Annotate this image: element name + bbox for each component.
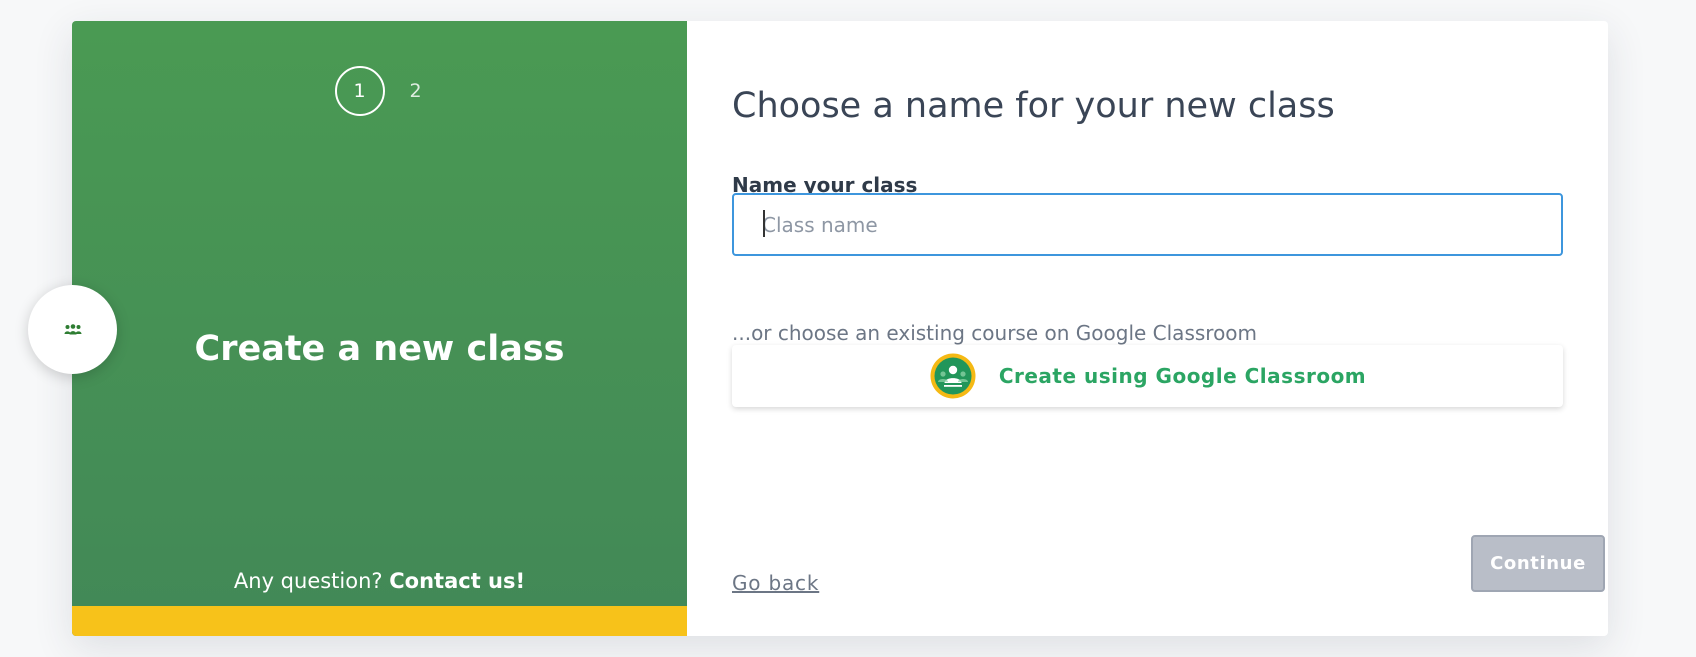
continue-button[interactable]: Continue (1471, 535, 1605, 592)
accent-bar (72, 606, 687, 636)
google-classroom-button-label: Create using Google Classroom (998, 364, 1367, 388)
class-group-bubble[interactable] (28, 285, 117, 374)
page: 1 2 Create a new class Any question? Con… (0, 0, 1696, 657)
google-classroom-button[interactable]: Create using Google Classroom (732, 345, 1563, 407)
class-name-input[interactable] (732, 193, 1563, 256)
step-indicator: 1 2 (72, 66, 687, 116)
class-form: Choose a name for your new class Name yo… (687, 21, 1608, 636)
contact-line: Any question? Contact us! (72, 569, 687, 593)
users-icon (64, 323, 81, 334)
form-heading: Choose a name for your new class (732, 86, 1335, 126)
step-1: 1 (334, 66, 385, 116)
step-2: 2 (409, 80, 422, 102)
contact-us-link[interactable]: Contact us! (389, 569, 525, 593)
wizard-sidebar: 1 2 Create a new class Any question? Con… (72, 21, 687, 636)
google-classroom-icon (930, 353, 976, 399)
contact-prefix: Any question? (233, 569, 383, 593)
sidebar-title: Create a new class (194, 329, 565, 369)
go-back-link[interactable]: Go back (732, 571, 819, 595)
text-caret (763, 210, 765, 237)
create-class-card: 1 2 Create a new class Any question? Con… (72, 21, 1608, 636)
google-classroom-hint: ...or choose an existing course on Googl… (732, 321, 1258, 345)
